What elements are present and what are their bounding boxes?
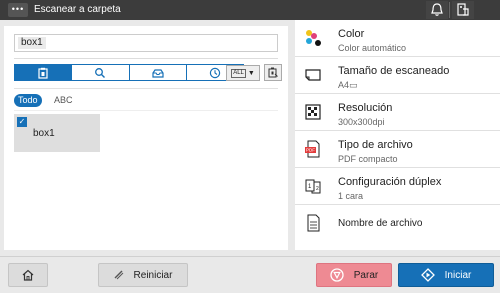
resolution-icon (305, 104, 321, 120)
stop-button[interactable]: Parar (316, 263, 392, 287)
reset-label: Reiniciar (133, 269, 173, 281)
stop-icon (330, 268, 344, 282)
tab-tray[interactable] (129, 65, 187, 80)
setting-title: Nombre de archivo (338, 218, 423, 229)
menu-button[interactable]: ••• (8, 3, 28, 17)
divider (14, 110, 278, 111)
tab-user-box[interactable] (15, 65, 73, 80)
setting-value: 1 cara (338, 191, 364, 201)
home-icon (22, 269, 34, 281)
window-title: Escanear a carpeta (34, 4, 121, 15)
duplex-icon: 1 2 (305, 179, 321, 194)
setting-title: Resolución (338, 102, 393, 114)
start-label: Iniciar (444, 269, 472, 281)
clock-icon (209, 67, 221, 78)
paper-size-icon (305, 69, 321, 81)
search-input[interactable]: box1 (14, 34, 278, 52)
bell-icon (431, 3, 443, 16)
color-icon (306, 30, 321, 46)
filter-abc-button[interactable]: ABC (54, 94, 73, 107)
reset-button[interactable]: Reiniciar (98, 263, 188, 287)
setting-duplex[interactable]: 1 2 Configuración dúplex 1 cara (295, 168, 500, 205)
chevron-down-icon: ▼ (247, 69, 255, 77)
reset-icon (114, 270, 124, 280)
setting-value: Color automático (338, 43, 407, 53)
tray-icon (152, 68, 164, 78)
home-button[interactable] (8, 263, 48, 287)
device-status-icon (457, 3, 469, 16)
divider (14, 58, 278, 59)
setting-file-name[interactable]: Nombre de archivo (295, 205, 500, 242)
setting-file-type[interactable]: PDF Tipo de archivo PDF compacto (295, 131, 500, 168)
filter-todo-button[interactable]: Todo (14, 94, 42, 107)
filter-dropdown-label: ALL (231, 68, 246, 78)
setting-title: Tamaño de escaneado (338, 65, 450, 77)
checkbox[interactable]: ✓ (17, 117, 27, 127)
box-list-panel: box1 ALL ▼ Todo ABC ✓ box1 (4, 26, 288, 250)
notification-button[interactable] (426, 1, 448, 19)
box-item[interactable]: ✓ box1 (14, 114, 100, 152)
pdf-icon: PDF (305, 140, 320, 158)
filter-dropdown[interactable]: ALL ▼ (226, 65, 260, 81)
scan-settings-panel: Color Color automático Tamaño de escanea… (295, 20, 500, 250)
document-icon (307, 214, 320, 232)
box-icon (38, 67, 48, 79)
setting-value: PDF compacto (338, 154, 398, 164)
tab-search[interactable] (72, 65, 130, 80)
title-bar: ••• Escanear a carpeta (0, 0, 500, 20)
setting-scan-size[interactable]: Tamaño de escaneado A4▭ (295, 57, 500, 94)
setting-title: Tipo de archivo (338, 139, 413, 151)
footer-divider (0, 256, 500, 257)
setting-title: Configuración dúplex (338, 176, 442, 188)
svg-text:PDF: PDF (306, 148, 315, 153)
device-status-button[interactable] (452, 1, 474, 19)
setting-value: 300x300dpi (338, 117, 385, 127)
box-detail-button[interactable] (264, 64, 282, 81)
setting-color[interactable]: Color Color automático (295, 20, 500, 57)
setting-resolution[interactable]: Resolución 300x300dpi (295, 94, 500, 131)
setting-title: Color (338, 28, 365, 40)
divider (14, 88, 278, 89)
svg-text:2: 2 (316, 186, 319, 192)
box-info-icon (268, 67, 278, 78)
box-label: box1 (33, 128, 55, 139)
search-icon (95, 67, 106, 78)
title-bar-divider (449, 2, 450, 18)
start-icon (420, 268, 435, 282)
setting-value: A4▭ (338, 80, 358, 90)
search-value: box1 (18, 37, 46, 49)
view-mode-tabs (14, 64, 244, 81)
start-button[interactable]: Iniciar (398, 263, 494, 287)
stop-label: Parar (353, 269, 379, 281)
